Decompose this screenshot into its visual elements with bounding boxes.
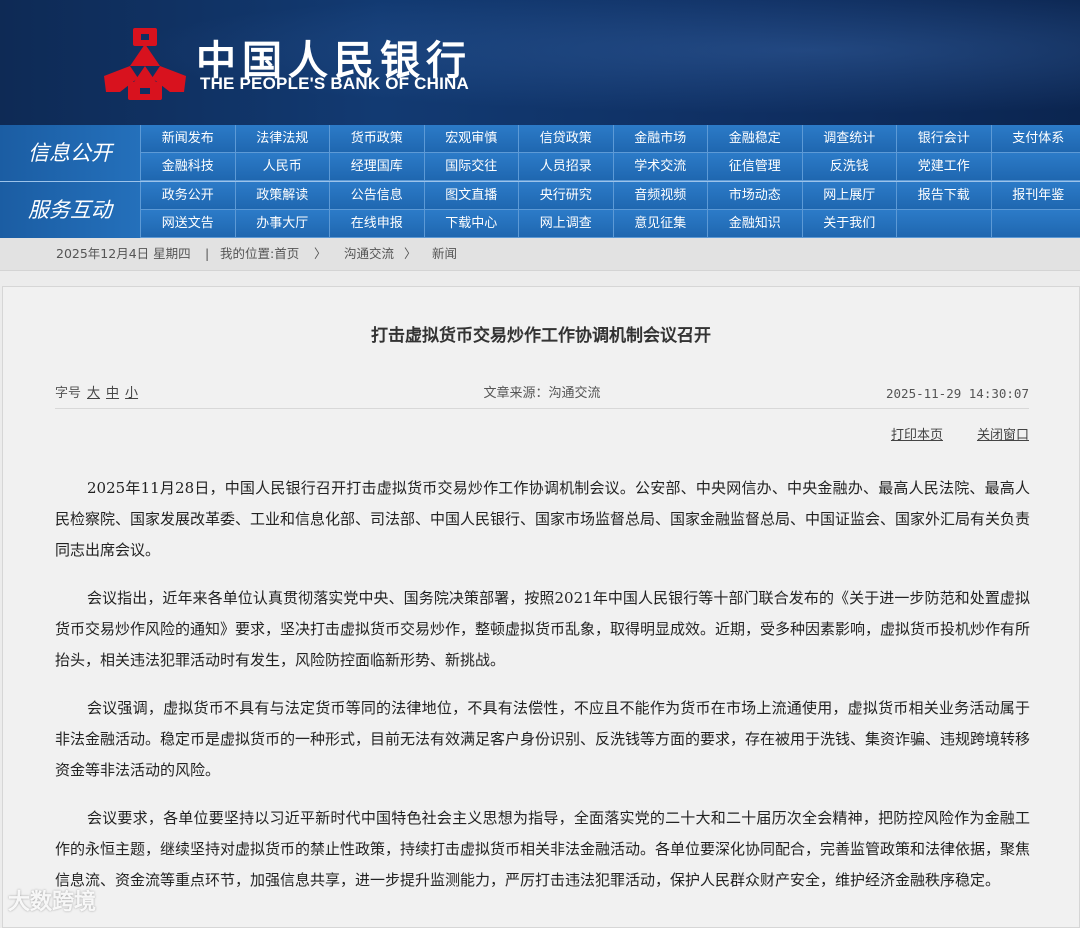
article-date: 2025-11-29 14:30:07: [886, 380, 1029, 408]
nav-service-item[interactable]: 关于我们: [802, 210, 897, 238]
article-paragraph: 会议强调，虚拟货币不具有与法定货币等同的法律地位，不具有法偿性，不应且不能作为货…: [55, 693, 1030, 786]
article-paragraph: 会议指出，近年来各单位认真贯彻落实党中央、国务院决策部署，按照2021年中国人民…: [55, 583, 1030, 676]
article-container: 打击虚拟货币交易炒作工作协调机制会议召开 字号大中小 文章来源：沟通交流 202…: [2, 286, 1080, 928]
nav-info-item[interactable]: 金融稳定: [707, 125, 802, 153]
breadcrumb-item-communication[interactable]: 沟通交流: [344, 238, 394, 270]
breadcrumb-arrow: 〉: [314, 238, 327, 270]
pboc-logo-icon[interactable]: [100, 26, 190, 102]
nav-service-item[interactable]: 音频视频: [613, 182, 708, 210]
nav-service-item[interactable]: 图文直播: [424, 182, 519, 210]
article-title: 打击虚拟货币交易炒作工作协调机制会议召开: [3, 321, 1079, 346]
nav-service-item[interactable]: 办事大厅: [235, 210, 330, 238]
article-actions: 打印本页 关闭窗口: [857, 424, 1029, 443]
breadcrumb: 2025年12月4日 星期四 | 我的位置:首页 〉 沟通交流 〉 新闻: [0, 238, 1080, 271]
nav-section-label-service: 服务互动: [0, 182, 140, 238]
breadcrumb-date: 2025年12月4日 星期四: [56, 238, 191, 270]
nav-service-item[interactable]: 报告下载: [896, 182, 991, 210]
nav-grid-info: 新闻发布法律法规货币政策宏观审慎信贷政策金融市场金融稳定调查统计银行会计支付体系…: [140, 125, 1080, 181]
site-header: 中国人民银行 THE PEOPLE'S BANK OF CHINA: [0, 0, 1080, 125]
main-nav: 信息公开 新闻发布法律法规货币政策宏观审慎信贷政策金融市场金融稳定调查统计银行会…: [0, 125, 1080, 238]
nav-service-item[interactable]: 政策解读: [235, 182, 330, 210]
nav-service-item[interactable]: 金融知识: [707, 210, 802, 238]
breadcrumb-home[interactable]: 我的位置:首页: [220, 238, 299, 270]
nav-block-service: 服务互动 政务公开政策解读公告信息图文直播央行研究音频视频市场动态网上展厅报告下…: [0, 182, 1080, 238]
breadcrumb-separator: |: [205, 238, 209, 270]
nav-service-item[interactable]: 政务公开: [140, 182, 235, 210]
nav-service-item[interactable]: 央行研究: [518, 182, 613, 210]
nav-service-item[interactable]: 在线申报: [329, 210, 424, 238]
bank-name-en: THE PEOPLE'S BANK OF CHINA: [200, 74, 469, 94]
nav-service-item[interactable]: 意见征集: [613, 210, 708, 238]
nav-info-item[interactable]: 学术交流: [613, 153, 708, 181]
nav-info-item[interactable]: 人员招录: [518, 153, 613, 181]
nav-info-item[interactable]: 银行会计: [896, 125, 991, 153]
nav-info-item[interactable]: 党建工作: [896, 153, 991, 181]
nav-info-item[interactable]: 征信管理: [707, 153, 802, 181]
nav-service-empty-cell: [991, 210, 1080, 238]
nav-section-label-info: 信息公开: [0, 125, 140, 181]
nav-grid-service: 政务公开政策解读公告信息图文直播央行研究音频视频市场动态网上展厅报告下载报刊年鉴…: [140, 182, 1080, 238]
article-body: 2025年11月28日，中国人民银行召开打击虚拟货币交易炒作工作协调机制会议。公…: [55, 473, 1030, 913]
nav-service-item[interactable]: 公告信息: [329, 182, 424, 210]
nav-info-item[interactable]: 经理国库: [329, 153, 424, 181]
nav-info-item[interactable]: 人民币: [235, 153, 330, 181]
breadcrumb-item-news[interactable]: 新闻: [432, 238, 457, 270]
nav-service-item[interactable]: 报刊年鉴: [991, 182, 1080, 210]
nav-info-item[interactable]: 反洗钱: [802, 153, 897, 181]
watermark: 大数跨境: [8, 884, 96, 916]
print-page-link[interactable]: 打印本页: [891, 428, 943, 443]
breadcrumb-arrow: 〉: [404, 238, 417, 270]
nav-service-item[interactable]: 下载中心: [424, 210, 519, 238]
nav-info-item[interactable]: 信贷政策: [518, 125, 613, 153]
nav-service-empty-cell: [896, 210, 991, 238]
nav-info-item[interactable]: 金融科技: [140, 153, 235, 181]
nav-info-item[interactable]: 新闻发布: [140, 125, 235, 153]
nav-info-item[interactable]: 金融市场: [613, 125, 708, 153]
article-paragraph: 2025年11月28日，中国人民银行召开打击虚拟货币交易炒作工作协调机制会议。公…: [55, 473, 1030, 566]
nav-info-item[interactable]: 调查统计: [802, 125, 897, 153]
nav-info-item[interactable]: 宏观审慎: [424, 125, 519, 153]
nav-service-item[interactable]: 网上展厅: [802, 182, 897, 210]
nav-info-empty-cell: [991, 153, 1080, 181]
nav-service-item[interactable]: 网送文告: [140, 210, 235, 238]
nav-info-item[interactable]: 法律法规: [235, 125, 330, 153]
nav-service-item[interactable]: 市场动态: [707, 182, 802, 210]
nav-info-item[interactable]: 支付体系: [991, 125, 1080, 153]
article-meta: 字号大中小 文章来源：沟通交流 2025-11-29 14:30:07: [55, 380, 1029, 409]
article-paragraph: 会议要求，各单位要坚持以习近平新时代中国特色社会主义思想为指导，全面落实党的二十…: [55, 803, 1030, 896]
nav-service-item[interactable]: 网上调查: [518, 210, 613, 238]
article-source: 文章来源：沟通交流: [55, 380, 1029, 408]
close-window-link[interactable]: 关闭窗口: [977, 428, 1029, 443]
nav-info-item[interactable]: 国际交往: [424, 153, 519, 181]
nav-info-item[interactable]: 货币政策: [329, 125, 424, 153]
nav-block-info: 信息公开 新闻发布法律法规货币政策宏观审慎信贷政策金融市场金融稳定调查统计银行会…: [0, 125, 1080, 181]
